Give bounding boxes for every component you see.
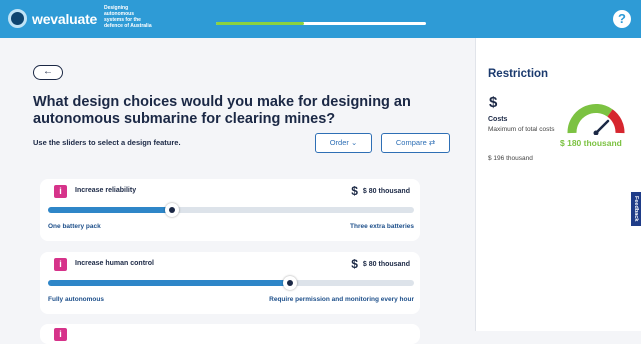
feature-cost: $ $ 80 thousand <box>351 257 410 271</box>
slider-fill <box>48 207 173 213</box>
gauge-value-label: $ 180 thousand <box>560 138 622 148</box>
slider-min-label: One battery pack <box>48 223 101 230</box>
compare-button[interactable]: Compare ⇄ <box>381 133 450 153</box>
order-button[interactable]: Order ⌄ <box>315 133 372 153</box>
feature-label: Increase human control <box>75 260 154 267</box>
tagline-line: defence of Australia <box>104 23 152 29</box>
back-button[interactable]: ← <box>33 65 63 80</box>
dollar-icon: $ <box>489 94 498 111</box>
costs-description: Maximum of total costs <box>488 126 555 133</box>
instruction-text: Use the sliders to select a design featu… <box>33 138 181 147</box>
progress-bar <box>216 22 426 25</box>
feature-slider[interactable] <box>48 203 414 217</box>
feature-card: i Increase reliability $ $ 80 thousand O… <box>40 179 420 241</box>
dollar-icon: $ <box>351 184 358 198</box>
question-title: What design choices would you make for d… <box>33 94 411 127</box>
slider-thumb[interactable] <box>165 203 180 217</box>
slider-thumb[interactable] <box>282 276 297 290</box>
main-panel: ← What design choices would you make for… <box>0 38 475 344</box>
info-icon[interactable]: i <box>54 258 67 271</box>
feature-card: i <box>40 324 420 344</box>
progress-fill <box>216 22 305 25</box>
info-icon[interactable]: i <box>54 185 67 198</box>
logo-mark-icon <box>8 9 27 28</box>
slider-fill <box>48 280 290 286</box>
feedback-tab[interactable]: Feedback <box>631 192 641 226</box>
feature-card: i Increase human control $ $ 80 thousand… <box>40 252 420 314</box>
logo: wevaluate <box>8 9 97 28</box>
slider-max-label: Require permission and monitoring every … <box>269 296 414 303</box>
logo-text: wevaluate <box>32 10 98 27</box>
help-icon[interactable]: ? <box>613 10 631 28</box>
cost-gauge-icon <box>567 104 625 135</box>
restriction-panel: Restriction $ Costs Maximum of total cos… <box>475 38 641 331</box>
current-cost-value: $ 196 thousand <box>488 155 533 162</box>
top-bar: wevaluate Designing autonomous systems f… <box>0 0 641 38</box>
tagline: Designing autonomous systems for the def… <box>104 5 164 29</box>
feature-label: Increase reliability <box>75 187 137 194</box>
feature-slider[interactable] <box>48 276 414 290</box>
feature-cost: $ $ 80 thousand <box>351 184 410 198</box>
restriction-title: Restriction <box>488 68 549 80</box>
costs-label: Costs <box>488 116 508 123</box>
slider-min-label: Fully autonomous <box>48 296 104 303</box>
dollar-icon: $ <box>351 257 358 271</box>
feature-cost-value: $ 80 thousand <box>362 187 410 195</box>
feature-cost-value: $ 80 thousand <box>362 260 410 268</box>
info-icon[interactable]: i <box>54 328 67 341</box>
slider-max-label: Three extra batteries <box>350 223 414 230</box>
